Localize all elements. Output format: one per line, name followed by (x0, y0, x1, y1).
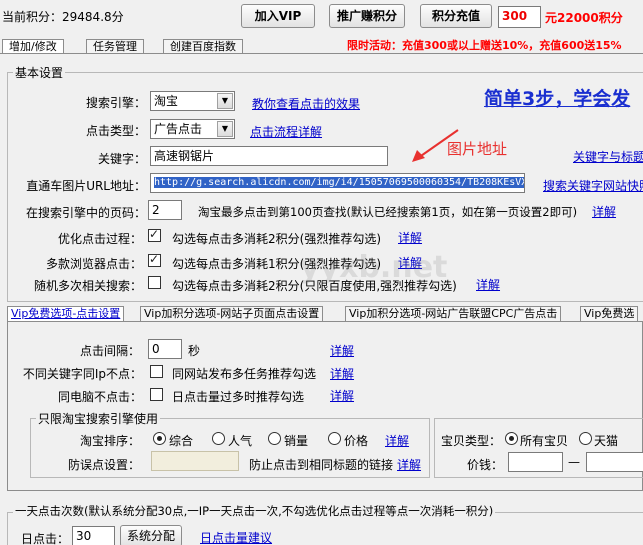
interval-input[interactable]: 0 (148, 339, 182, 359)
sort-option-zonghe: 综合 (169, 434, 194, 448)
same-ip-label: 不同关键字同Ip不点： (22, 367, 142, 381)
engine-label: 搜索引擎： (85, 96, 146, 110)
taobao-only-title: 只限淘宝搜索引擎使用 (36, 410, 161, 427)
sort-radio-zonghe[interactable] (153, 432, 166, 445)
chevron-down-icon: ▼ (217, 93, 233, 109)
multi-browser-label: 多款浏览器点击： (45, 257, 142, 271)
random-search-checkbox[interactable] (148, 276, 161, 289)
optimize-label: 优化点击过程： (57, 232, 142, 246)
page-input[interactable]: 2 (148, 200, 182, 220)
recharge-amount-input[interactable]: 300 (498, 6, 541, 28)
recharge-button[interactable]: 积分充值 (420, 4, 492, 28)
keyword-label: 关键字： (97, 152, 146, 166)
sort-label: 淘宝排序： (79, 434, 140, 448)
subtab-vip-click-settings[interactable]: Vip免费选项-点击设置 (7, 306, 125, 321)
page-label: 在搜索引擎中的页码： (25, 206, 146, 220)
sort-option-renqi: 人气 (228, 434, 253, 448)
score-display: 当前积分：29484.8分 (2, 8, 124, 25)
promote-button[interactable]: 推广赚积分 (329, 4, 405, 28)
score-value: 29484.8分 (62, 10, 124, 24)
engine-effect-link[interactable]: 教你查看点击的效果 (252, 95, 360, 112)
interval-detail-link[interactable]: 详解 (330, 342, 354, 359)
same-pc-label: 同电脑不点击： (57, 390, 142, 404)
engine-select[interactable]: 淘宝 ▼ (150, 91, 235, 111)
optimize-detail-link[interactable]: 详解 (398, 229, 422, 246)
daily-clicks-suggestion-link[interactable]: 日点击量建议 (200, 529, 272, 545)
multi-browser-checkbox[interactable] (148, 252, 161, 267)
sort-radio-xiaoliang[interactable] (268, 432, 281, 445)
keyword-title-link[interactable]: 关键字与标题 (573, 148, 643, 165)
click-type-value: 广告点击 (154, 122, 203, 136)
daily-clicks-label: 日点击： (21, 532, 70, 545)
same-ip-checkbox[interactable] (150, 365, 163, 378)
random-search-label: 随机多次相关搜索： (33, 279, 142, 293)
url-value: http://g.search.alicdn.com/img/i4/150570… (154, 177, 524, 188)
score-label: 当前积分： (2, 10, 63, 24)
price-separator: — (568, 455, 580, 469)
system-allocate-button[interactable]: 系统分配 (120, 525, 182, 545)
same-pc-checkbox[interactable] (150, 388, 163, 401)
join-vip-button[interactable]: 加入VIP (241, 4, 315, 28)
misclick-detail-link[interactable]: 详解 (397, 456, 421, 473)
promo-text: 限时活动：充值300或以上赠送10%，充值600送15% (347, 39, 622, 52)
item-type-radio-all[interactable] (505, 432, 518, 445)
tab-divider (0, 53, 643, 54)
tab-add-edit[interactable]: 增加/修改 (2, 39, 64, 53)
daily-clicks-input[interactable]: 30 (72, 526, 115, 545)
same-pc-text: 日点击量过多时推荐勾选 (172, 390, 305, 404)
engine-value: 淘宝 (154, 94, 179, 108)
sort-option-xiaoliang: 销量 (284, 434, 309, 448)
misclick-field[interactable] (151, 451, 239, 471)
misclick-label: 防误点设置： (67, 458, 140, 472)
tab-task-manage[interactable]: 任务管理 (86, 39, 144, 53)
same-ip-detail-link[interactable]: 详解 (330, 365, 354, 382)
page-detail-link[interactable]: 详解 (592, 203, 616, 220)
subtab-subpage-click[interactable]: Vip加积分选项-网站子页面点击设置 (140, 306, 324, 321)
misclick-text: 防止点击到相同标题的链接 (249, 458, 394, 472)
chevron-down-icon: ▼ (217, 121, 233, 137)
optimize-checkbox[interactable] (148, 227, 161, 242)
subtab-vip-more[interactable]: Vip免费选 (580, 306, 639, 321)
item-type-option-tmall: 天猫 (594, 434, 619, 448)
annotation-arrow-icon (412, 129, 459, 162)
item-type-option-all: 所有宝贝 (520, 434, 569, 448)
page-hint: 淘宝最多点击到第100页查找(默认已经搜索第1页，如在第一页设置2即可) (198, 205, 578, 219)
random-search-detail-link[interactable]: 详解 (476, 276, 500, 293)
interval-unit: 秒 (188, 344, 201, 358)
recharge-result: 元22000积分 (545, 11, 623, 25)
click-flow-link[interactable]: 点击流程详解 (250, 123, 322, 140)
url-input[interactable]: http://g.search.alicdn.com/img/i4/150570… (150, 173, 525, 193)
url-label: 直通车图片URL地址： (26, 179, 146, 193)
tab-baidu-index[interactable]: 创建百度指数 (163, 39, 243, 53)
keyword-input[interactable]: 高速钢锯片 (150, 146, 388, 166)
sort-radio-jiage[interactable] (328, 432, 341, 445)
watermark: yyxb.net (300, 250, 448, 285)
basic-settings-title: 基本设置 (13, 64, 66, 81)
click-type-select[interactable]: 广告点击 ▼ (150, 119, 235, 139)
interval-label: 点击间隔： (79, 344, 140, 358)
price-min-input[interactable] (508, 452, 563, 472)
click-type-label: 点击类型： (85, 124, 146, 138)
item-type-label: 宝贝类型： (441, 434, 502, 448)
same-ip-text: 同网站发布多任务推荐勾选 (172, 367, 317, 381)
price-max-input[interactable] (586, 452, 643, 472)
keyword-snapshot-link[interactable]: 搜索关键字网站快照 (543, 177, 643, 194)
item-type-radio-tmall[interactable] (579, 432, 592, 445)
optimize-text: 勾选每点击多消耗2积分(强烈推荐勾选) (172, 232, 381, 246)
subtab-cpc-ad-click[interactable]: Vip加积分选项-网站广告联盟CPC广告点击 (345, 306, 562, 321)
sort-detail-link[interactable]: 详解 (385, 432, 409, 449)
price-label: 价钱： (467, 458, 504, 472)
sort-radio-renqi[interactable] (212, 432, 225, 445)
same-pc-detail-link[interactable]: 详解 (330, 387, 354, 404)
daily-clicks-title: 一天点击次数(默认系统分配30点,一IP一天点击一次,不勾选优化点击过程等点一次… (13, 503, 496, 519)
sort-option-jiage: 价格 (344, 434, 369, 448)
headline-link[interactable]: 简单3步，学会发 (484, 84, 630, 111)
